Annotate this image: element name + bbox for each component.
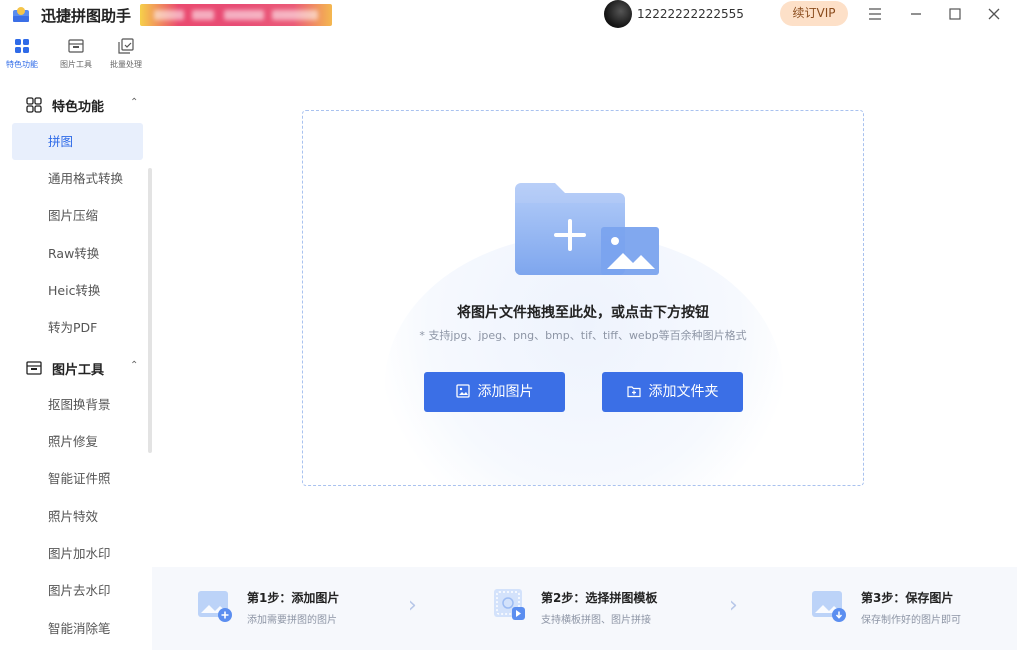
chevron-up-icon[interactable]: ⌃ (130, 360, 138, 371)
section-title: 图片工具 (52, 363, 105, 378)
sidebar-item-compress[interactable]: 图片压缩 (12, 197, 143, 234)
drop-zone-title: 将图片文件拖拽至此处，或点击下方按钮 (457, 305, 709, 321)
tab-label: 批量处理 (110, 60, 142, 69)
grid-icon (15, 39, 29, 53)
chevron-right-icon: › (729, 593, 738, 618)
add-image-button[interactable]: 添加图片 (424, 372, 565, 412)
save-image-icon (812, 591, 846, 622)
sidebar-item-photo-effects[interactable]: 照片特效 (12, 498, 143, 535)
promo-banner[interactable] (140, 4, 332, 26)
chevron-right-icon: › (408, 593, 417, 618)
add-image-label: 添加图片 (477, 384, 534, 400)
sidebar-item-id-photo[interactable]: 智能证件照 (12, 460, 143, 497)
add-image-icon (198, 591, 232, 622)
step-1-desc: 添加需要拼图的图片 (247, 615, 337, 626)
step-2-title: 第2步：选择拼图模板 (541, 591, 658, 605)
drop-zone[interactable]: 将图片文件拖拽至此处，或点击下方按钮 * 支持jpg、jpeg、png、bmp、… (302, 110, 864, 486)
image-tool-icon (26, 361, 42, 375)
step-3-desc: 保存制作好的图片即可 (861, 615, 961, 626)
title-bar: 迅捷拼图助手 12222222222555 续订VIP (0, 0, 1017, 30)
main-content: 将图片文件拖拽至此处，或点击下方按钮 * 支持jpg、jpeg、png、bmp、… (152, 30, 1017, 650)
folder-image-icon (515, 183, 659, 275)
tab-label: 图片工具 (60, 60, 92, 69)
sidebar-item-add-watermark[interactable]: 图片加水印 (12, 535, 143, 572)
app-logo-icon (13, 7, 29, 22)
top-tabs: 特色功能 图片工具 批量处理 (0, 30, 152, 80)
sidebar-item-remove-watermark[interactable]: 图片去水印 (12, 572, 143, 609)
step-1-title: 第1步：添加图片 (247, 591, 340, 605)
tab-image-tools[interactable]: 图片工具 (56, 36, 96, 76)
drop-zone-subtitle: * 支持jpg、jpeg、png、bmp、tif、tiff、webp等百余种图片… (419, 329, 747, 342)
sidebar-item-smart-eraser[interactable]: 智能消除笔 (12, 610, 143, 647)
minimize-icon[interactable] (905, 4, 927, 26)
template-icon (494, 589, 525, 620)
sidebar-item-heic-convert[interactable]: Heic转换 (12, 272, 143, 309)
close-icon[interactable] (983, 4, 1005, 26)
sidebar-item-collage[interactable]: 拼图 (12, 123, 143, 160)
sidebar-item-photo-repair[interactable]: 照片修复 (12, 423, 143, 460)
sidebar-item-raw-convert[interactable]: Raw转换 (12, 235, 143, 272)
step-3-title: 第3步：保存图片 (861, 591, 954, 605)
tab-featured[interactable]: 特色功能 (0, 36, 44, 76)
grid-outline-icon (26, 97, 42, 113)
app-title: 迅捷拼图助手 (41, 7, 132, 25)
sidebar: 特色功能 ⌃ 拼图 通用格式转换 图片压缩 Raw转换 Heic转换 转为PDF… (0, 80, 152, 650)
image-tool-icon (68, 39, 84, 53)
section-header-featured[interactable]: 特色功能 ⌃ (0, 86, 146, 122)
user-id[interactable]: 12222222222555 (637, 7, 744, 21)
image-icon (455, 384, 470, 398)
batch-icon (118, 38, 134, 54)
sidebar-item-cutout-bg[interactable]: 抠图换背景 (12, 386, 143, 423)
step-2-desc: 支持横板拼图、图片拼接 (541, 615, 651, 626)
renew-vip-button[interactable]: 续订VIP (780, 1, 848, 26)
tab-label: 特色功能 (6, 60, 38, 69)
add-folder-label: 添加文件夹 (648, 384, 719, 400)
tab-batch[interactable]: 批量处理 (106, 36, 146, 76)
maximize-icon[interactable] (944, 4, 966, 26)
chevron-up-icon[interactable]: ⌃ (130, 97, 138, 108)
menu-icon[interactable] (864, 4, 886, 26)
avatar[interactable] (604, 0, 632, 28)
folder-plus-icon (626, 386, 641, 398)
section-title: 特色功能 (52, 100, 105, 115)
section-header-image-tools[interactable]: 图片工具 ⌃ (0, 349, 146, 385)
add-folder-button[interactable]: 添加文件夹 (602, 372, 743, 412)
steps-bar: 第1步：添加图片 添加需要拼图的图片 › 第2步：选择拼图模板 支持横板拼图、图… (152, 567, 1017, 650)
sidebar-item-format-convert[interactable]: 通用格式转换 (12, 160, 143, 197)
sidebar-item-to-pdf[interactable]: 转为PDF (12, 309, 143, 346)
